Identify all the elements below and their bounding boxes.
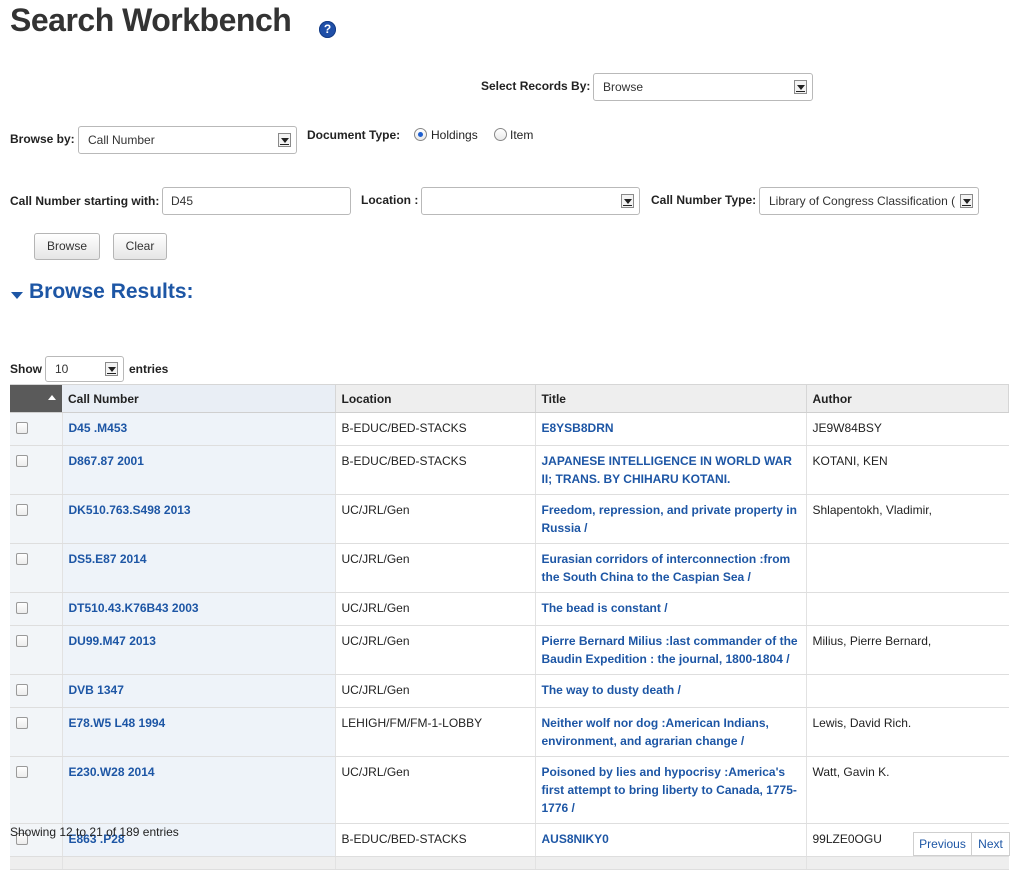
call-number-link[interactable]: D867.87 2001 — [69, 454, 144, 468]
title-link[interactable]: Poisoned by lies and hypocrisy :America'… — [542, 765, 797, 815]
next-page-button[interactable]: Next — [971, 832, 1010, 856]
author-cell — [806, 543, 1009, 593]
collapse-triangle-icon[interactable] — [11, 292, 23, 299]
title-link[interactable]: AUS8NIKY0 — [542, 832, 609, 846]
location-label: Location : — [361, 193, 419, 207]
table-row: DT510.43.K76B43 2003 UC/JRL/Gen The bead… — [10, 592, 1009, 626]
select-records-label: Select Records By: — [481, 79, 591, 93]
entries-label: entries — [129, 362, 169, 376]
location-cell: UC/JRL/Gen — [335, 756, 536, 824]
title-link[interactable]: The bead is constant / — [542, 601, 668, 615]
previous-page-button[interactable]: Previous — [913, 832, 972, 856]
select-all-sort-header[interactable] — [10, 384, 62, 413]
select-records-dropdown[interactable]: Browse — [593, 73, 813, 101]
call-number-start-label: Call Number starting with: — [10, 194, 160, 208]
table-footer-bar — [10, 856, 1009, 870]
dropdown-arrow-icon — [278, 133, 291, 147]
browse-button[interactable]: Browse — [34, 233, 100, 260]
browse-results-title[interactable]: Browse Results: — [29, 280, 194, 304]
location-dropdown[interactable] — [421, 187, 640, 215]
author-cell: Watt, Gavin K. — [806, 756, 1009, 824]
call-number-link[interactable]: E230.W28 2014 — [69, 765, 155, 779]
call-number-link[interactable]: D45 .M453 — [69, 421, 128, 435]
call-number-link[interactable]: DK510.763.S498 2013 — [69, 503, 191, 517]
row-checkbox[interactable] — [16, 602, 28, 614]
location-cell: B-EDUC/BED-STACKS — [335, 412, 536, 446]
holdings-radio-label: Holdings — [431, 128, 478, 142]
row-checkbox[interactable] — [16, 504, 28, 516]
row-checkbox[interactable] — [16, 635, 28, 647]
browse-by-label: Browse by: — [10, 132, 75, 146]
author-cell: Shlapentokh, Vladimir, — [806, 494, 1009, 544]
location-cell: B-EDUC/BED-STACKS — [335, 823, 536, 857]
author-cell: JE9W84BSY — [806, 412, 1009, 446]
select-records-value: Browse — [603, 80, 644, 94]
title-link[interactable]: E8YSB8DRN — [542, 421, 614, 435]
title-link[interactable]: The way to dusty death / — [542, 683, 681, 697]
title-link[interactable]: JAPANESE INTELLIGENCE IN WORLD WAR II; T… — [542, 454, 792, 486]
table-row: DU99.M47 2013 UC/JRL/Gen Pierre Bernard … — [10, 625, 1009, 675]
dropdown-arrow-icon — [621, 194, 634, 208]
call-number-link[interactable]: E78.W5 L48 1994 — [69, 716, 166, 730]
column-header-call-number[interactable]: Call Number — [62, 384, 336, 413]
row-checkbox[interactable] — [16, 717, 28, 729]
call-number-link[interactable]: DS5.E87 2014 — [69, 552, 147, 566]
show-label: Show — [10, 362, 42, 376]
browse-by-value: Call Number — [88, 133, 155, 147]
dropdown-arrow-icon — [105, 362, 118, 376]
dropdown-arrow-icon — [960, 194, 973, 208]
title-link[interactable]: Eurasian corridors of interconnection :f… — [542, 552, 791, 584]
location-cell: LEHIGH/FM/FM-1-LOBBY — [335, 707, 536, 757]
row-checkbox[interactable] — [16, 553, 28, 565]
item-radio[interactable] — [494, 128, 507, 141]
call-number-link[interactable]: DT510.43.K76B43 2003 — [69, 601, 199, 615]
title-link[interactable]: Freedom, repression, and private propert… — [542, 503, 797, 535]
location-cell: UC/JRL/Gen — [335, 625, 536, 675]
page-title: Search Workbench — [10, 2, 292, 38]
table-row: DK510.763.S498 2013 UC/JRL/Gen Freedom, … — [10, 494, 1009, 544]
clear-button[interactable]: Clear — [113, 233, 167, 260]
page-size-dropdown[interactable]: 10 — [45, 356, 124, 382]
row-checkbox[interactable] — [16, 766, 28, 778]
table-row: DVB 1347 UC/JRL/Gen The way to dusty dea… — [10, 674, 1009, 708]
title-link[interactable]: Pierre Bernard Milius :last commander of… — [542, 634, 798, 666]
document-type-label: Document Type: — [307, 128, 401, 142]
results-info: Showing 12 to 21 of 189 entries — [10, 825, 179, 839]
call-number-type-label: Call Number Type: — [651, 193, 757, 207]
location-cell: UC/JRL/Gen — [335, 592, 536, 626]
holdings-radio[interactable] — [414, 128, 427, 141]
call-number-link[interactable]: DU99.M47 2013 — [69, 634, 156, 648]
browse-by-dropdown[interactable]: Call Number — [78, 126, 297, 154]
item-radio-label: Item — [510, 128, 534, 142]
call-number-type-value: Library of Congress Classification ( — [769, 194, 956, 208]
table-row: E78.W5 L48 1994 LEHIGH/FM/FM-1-LOBBY Nei… — [10, 707, 1009, 757]
results-table: Call Number Location Title Author D45 .M… — [10, 384, 1009, 870]
row-checkbox[interactable] — [16, 684, 28, 696]
column-header-location[interactable]: Location — [335, 384, 536, 413]
help-icon[interactable]: ? — [319, 21, 336, 38]
location-cell: UC/JRL/Gen — [335, 543, 536, 593]
call-number-link[interactable]: DVB 1347 — [69, 683, 124, 697]
author-cell: KOTANI, KEN — [806, 445, 1009, 495]
title-link[interactable]: Neither wolf nor dog :American Indians, … — [542, 716, 769, 748]
location-cell: UC/JRL/Gen — [335, 674, 536, 708]
row-checkbox[interactable] — [16, 422, 28, 434]
table-row: DS5.E87 2014 UC/JRL/Gen Eurasian corrido… — [10, 543, 1009, 593]
page-size-value: 10 — [55, 362, 69, 376]
location-cell: B-EDUC/BED-STACKS — [335, 445, 536, 495]
column-header-author[interactable]: Author — [806, 384, 1009, 413]
row-checkbox[interactable] — [16, 455, 28, 467]
table-row: D867.87 2001 B-EDUC/BED-STACKS JAPANESE … — [10, 445, 1009, 495]
call-number-start-input[interactable]: D45 — [162, 187, 351, 215]
table-row: D45 .M453 B-EDUC/BED-STACKS E8YSB8DRN JE… — [10, 412, 1009, 446]
author-cell — [806, 674, 1009, 708]
location-cell: UC/JRL/Gen — [335, 494, 536, 544]
author-cell: Milius, Pierre Bernard, — [806, 625, 1009, 675]
author-cell: Lewis, David Rich. — [806, 707, 1009, 757]
column-header-title[interactable]: Title — [535, 384, 807, 413]
dropdown-arrow-icon — [794, 80, 807, 94]
table-row: E230.W28 2014 UC/JRL/Gen Poisoned by lie… — [10, 756, 1009, 824]
call-number-type-dropdown[interactable]: Library of Congress Classification ( — [759, 187, 979, 215]
author-cell — [806, 592, 1009, 626]
